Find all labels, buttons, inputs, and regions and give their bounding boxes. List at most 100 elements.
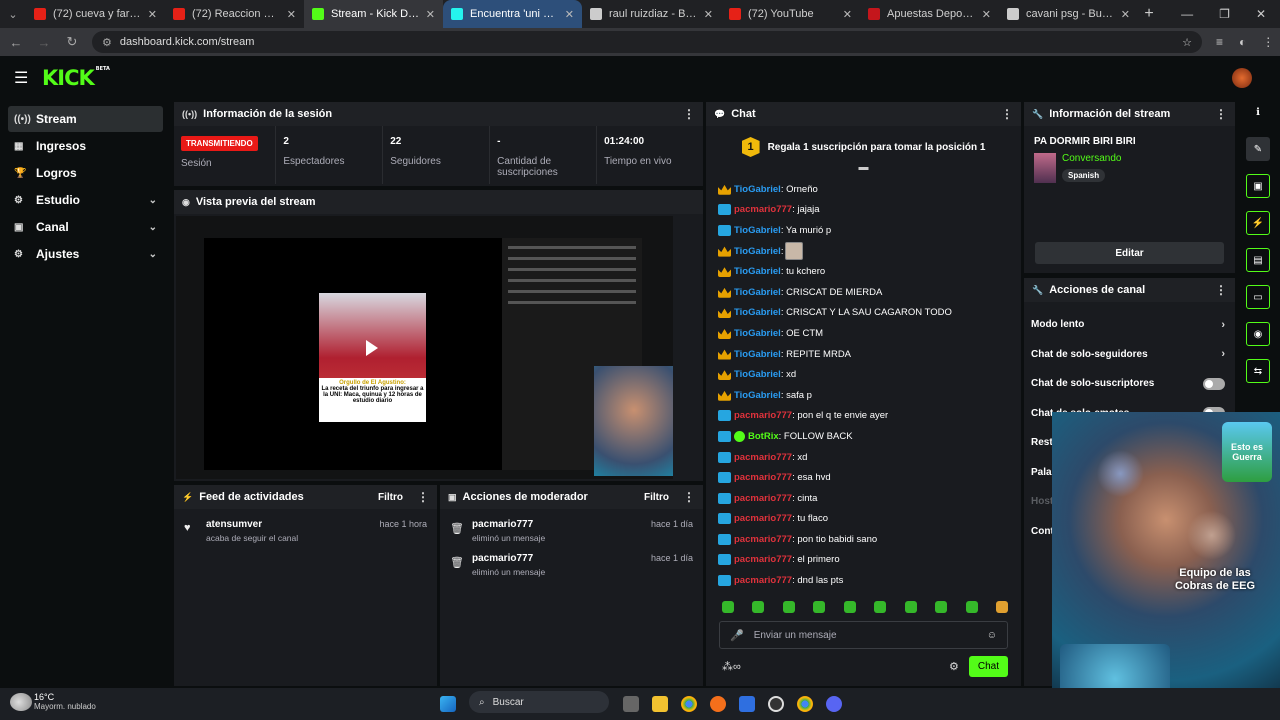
- discord-icon[interactable]: [826, 695, 842, 712]
- chat-username[interactable]: TioGabriel: [734, 307, 781, 318]
- channel-action-item[interactable]: Modo lento ›: [1024, 310, 1235, 340]
- emote-icon[interactable]: [782, 601, 795, 613]
- app-icon[interactable]: [739, 695, 755, 712]
- back-icon[interactable]: ←: [4, 35, 28, 50]
- channel-actions-menu-icon[interactable]: ⋮: [1215, 283, 1227, 297]
- kick-logo[interactable]: KICK BETA: [42, 66, 110, 90]
- browser-tab[interactable]: (72) Reaccion U Católica l ✕: [165, 0, 304, 28]
- sidebar-item-ingresos[interactable]: ▦ Ingresos: [8, 133, 163, 159]
- broadcast-icon[interactable]: ◉: [1246, 322, 1270, 346]
- emote-icon[interactable]: [904, 601, 917, 613]
- chat-users-icon[interactable]: ⁂∞: [722, 660, 741, 673]
- edit-stream-button[interactable]: Editar: [1035, 242, 1224, 264]
- reload-icon[interactable]: ↻: [60, 34, 84, 50]
- chat-username[interactable]: pacmario777: [734, 493, 792, 504]
- chat-username[interactable]: TioGabriel: [734, 225, 781, 236]
- sidebar-item-stream[interactable]: ((•)) Stream: [8, 106, 163, 132]
- file-explorer-icon[interactable]: [652, 695, 668, 712]
- chat-username[interactable]: pacmario777: [734, 575, 792, 586]
- chevron-down-icon[interactable]: ⌄: [149, 195, 157, 206]
- chat-username[interactable]: BotRix: [748, 431, 779, 442]
- microphone-icon[interactable]: 🎤: [730, 629, 744, 642]
- document-icon[interactable]: ▤: [1246, 248, 1270, 272]
- sidebar-item-logros[interactable]: 🏆 Logros: [8, 160, 163, 186]
- taskbar-search[interactable]: ⌕ Buscar: [469, 691, 609, 713]
- chat-icon[interactable]: ▭: [1246, 285, 1270, 309]
- sidebar-item-estudio[interactable]: ⚙ Estudio ⌄: [8, 187, 163, 213]
- url-input[interactable]: ⚙ dashboard.kick.com/stream ☆: [92, 31, 1202, 53]
- browser-tab[interactable]: cavani psg - Buscar con G ✕: [999, 0, 1138, 28]
- chat-username[interactable]: TioGabriel: [734, 246, 781, 257]
- activity-user[interactable]: atensumver: [206, 519, 298, 530]
- bookmark-star-icon[interactable]: ☆: [1182, 36, 1192, 49]
- channel-action-item[interactable]: Chat de solo-seguidores ›: [1024, 340, 1235, 370]
- info-icon[interactable]: ℹ: [1246, 100, 1270, 124]
- chat-send-button[interactable]: Chat: [968, 656, 1008, 677]
- chat-input[interactable]: 🎤 Enviar un mensaje ☺: [719, 621, 1008, 649]
- close-window-icon[interactable]: ✕: [1256, 7, 1266, 21]
- task-view-icon[interactable]: [623, 695, 639, 712]
- mod-filter-button[interactable]: Filtro: [644, 492, 669, 503]
- chat-username[interactable]: TioGabriel: [734, 184, 781, 195]
- chat-username[interactable]: pacmario777: [734, 472, 792, 483]
- emote-icon[interactable]: [722, 601, 734, 613]
- browser-tab[interactable]: Apuestas Deportivas Onli ✕: [860, 0, 999, 28]
- media-icon[interactable]: ≡: [1216, 35, 1223, 49]
- emote-icon[interactable]: [965, 601, 978, 613]
- maximize-icon[interactable]: ❐: [1219, 7, 1230, 21]
- mod-action-user[interactable]: pacmario777: [472, 519, 545, 530]
- bolt-icon[interactable]: ⚡: [1246, 211, 1270, 235]
- stream-preview-video[interactable]: Orgullo de El Agustino: La receta del tr…: [176, 216, 673, 479]
- gift-sub-banner[interactable]: 1 Regala 1 suscripción para tomar la pos…: [706, 132, 1021, 162]
- chat-username[interactable]: pacmario777: [734, 513, 792, 524]
- site-info-icon[interactable]: ⚙: [102, 36, 112, 49]
- browser-tab[interactable]: Stream - Kick Dashboard ✕: [304, 0, 443, 28]
- emote-icon[interactable]: [843, 601, 856, 613]
- menu-dots-icon[interactable]: ⋮: [1262, 35, 1274, 49]
- emoji-picker-icon[interactable]: ☺: [987, 630, 997, 641]
- tab-close-icon[interactable]: ✕: [287, 8, 296, 21]
- tab-search-icon[interactable]: ⌄: [0, 0, 26, 28]
- toggle-switch[interactable]: [1203, 377, 1225, 390]
- tab-close-icon[interactable]: ✕: [426, 8, 435, 21]
- chat-username[interactable]: TioGabriel: [734, 287, 781, 298]
- chat-username[interactable]: TioGabriel: [734, 349, 781, 360]
- tab-close-icon[interactable]: ✕: [565, 8, 574, 21]
- mod-action-user[interactable]: pacmario777: [472, 553, 545, 564]
- weather-widget[interactable]: 16°C Mayorm. nublado: [10, 692, 96, 711]
- chat-username[interactable]: pacmario777: [734, 204, 792, 215]
- tab-close-icon[interactable]: ✕: [1121, 8, 1130, 21]
- emote-icon[interactable]: [874, 601, 887, 613]
- chat-menu-icon[interactable]: ⋮: [1001, 107, 1013, 121]
- layout-icon[interactable]: ▣: [1246, 174, 1270, 198]
- tab-close-icon[interactable]: ✕: [704, 8, 713, 21]
- sidebar-item-canal[interactable]: ▣ Canal ⌄: [8, 214, 163, 240]
- user-avatar[interactable]: [1232, 68, 1252, 88]
- obs-icon[interactable]: [768, 695, 784, 712]
- tab-close-icon[interactable]: ✕: [982, 8, 991, 21]
- sidebar-item-ajustes[interactable]: ⚙ Ajustes ⌄: [8, 241, 163, 267]
- mod-menu-icon[interactable]: ⋮: [683, 490, 695, 504]
- chevron-down-icon[interactable]: ⌄: [149, 249, 157, 260]
- browser-tab[interactable]: Encuentra 'uni 2do puest ✕: [443, 0, 582, 28]
- browser-tab[interactable]: raul ruizdiaz - Buscar con ✕: [582, 0, 721, 28]
- forward-icon[interactable]: →: [32, 35, 56, 50]
- new-tab-button[interactable]: +: [1138, 5, 1160, 23]
- chat-username[interactable]: pacmario777: [734, 554, 792, 565]
- chrome-icon[interactable]: [681, 695, 697, 712]
- pencil-icon[interactable]: ✎: [1246, 137, 1270, 161]
- session-menu-icon[interactable]: ⋮: [683, 107, 695, 121]
- minimize-icon[interactable]: —: [1181, 7, 1193, 21]
- tab-close-icon[interactable]: ✕: [148, 8, 157, 21]
- activity-menu-icon[interactable]: ⋮: [417, 490, 429, 504]
- browser-tab[interactable]: (72) YouTube ✕: [721, 0, 860, 28]
- chat-username[interactable]: pacmario777: [734, 452, 792, 463]
- chat-username[interactable]: TioGabriel: [734, 328, 781, 339]
- chat-settings-icon[interactable]: ⚙: [949, 660, 959, 673]
- category-name[interactable]: Conversando: [1062, 153, 1121, 164]
- profile-icon[interactable]: ◐: [1239, 35, 1246, 49]
- chat-username[interactable]: TioGabriel: [734, 266, 781, 277]
- switch-icon[interactable]: ⇆: [1246, 359, 1270, 383]
- chat-username[interactable]: TioGabriel: [734, 390, 781, 401]
- emote-icon[interactable]: [813, 601, 826, 613]
